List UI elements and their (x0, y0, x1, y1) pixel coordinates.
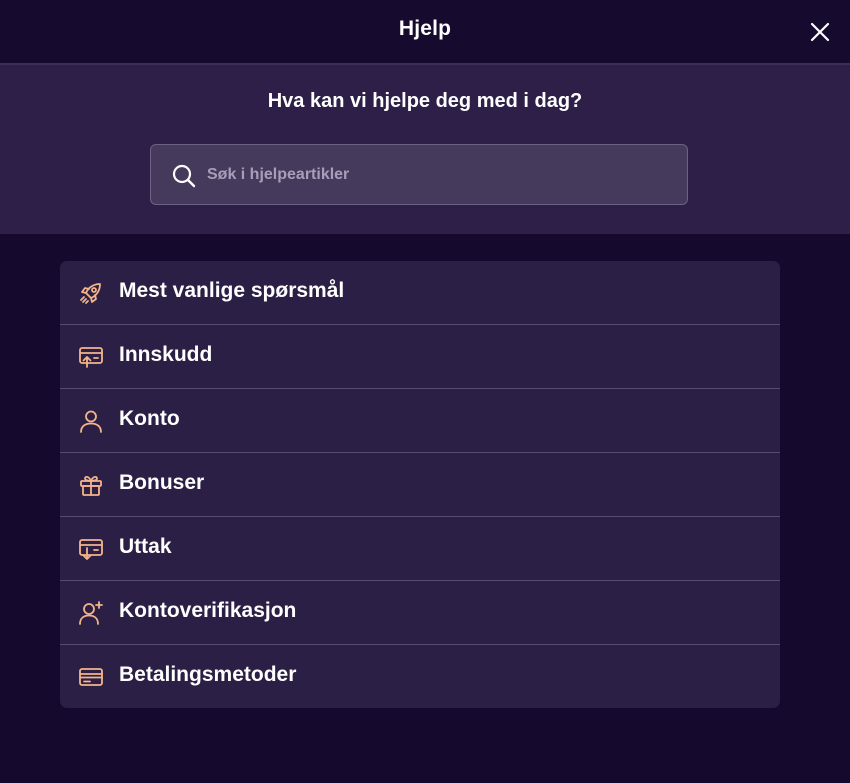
search-icon (172, 164, 196, 188)
menu-item-faq[interactable]: Mest vanlige spørsmål (60, 261, 780, 325)
menu-item-deposit[interactable]: Innskudd (60, 325, 780, 389)
user-add-icon (79, 601, 103, 625)
search-input[interactable] (207, 145, 667, 204)
search-box[interactable] (150, 144, 688, 205)
menu-item-bonuses[interactable]: Bonuser (60, 453, 780, 517)
help-category-list: Mest vanlige spørsmål Innskudd Konto Bon… (60, 261, 780, 708)
withdraw-icon (79, 539, 103, 560)
menu-item-label: Betalingsmetoder (119, 663, 297, 686)
user-icon (80, 410, 102, 433)
menu-item-account[interactable]: Konto (60, 389, 780, 453)
menu-item-withdrawal[interactable]: Uttak (60, 517, 780, 581)
menu-item-account-verification[interactable]: Kontoverifikasjon (60, 581, 780, 645)
menu-item-label: Innskudd (119, 343, 213, 366)
header-bar: Hjelp (0, 0, 850, 65)
menu-item-label: Uttak (119, 535, 172, 558)
credit-card-icon (79, 668, 103, 686)
menu-item-label: Kontoverifikasjon (119, 599, 297, 622)
rocket-icon (80, 283, 101, 304)
menu-item-label: Konto (119, 407, 180, 430)
gift-icon (80, 475, 102, 496)
help-search-panel: Hva kan vi hjelpe deg med i dag? (0, 65, 850, 234)
deposit-icon (79, 347, 103, 368)
menu-item-label: Mest vanlige spørsmål (119, 279, 345, 302)
close-icon (810, 22, 830, 42)
menu-item-label: Bonuser (119, 471, 205, 494)
close-button[interactable] (808, 20, 832, 44)
menu-item-payment-methods[interactable]: Betalingsmetoder (60, 645, 780, 708)
page-title: Hjelp (398, 17, 452, 40)
help-heading: Hva kan vi hjelpe deg med i dag? (267, 90, 583, 112)
